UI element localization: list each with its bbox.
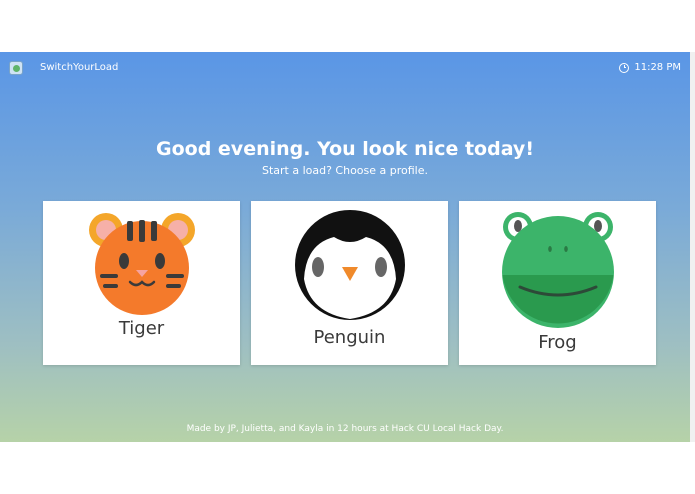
footer-credits: Made by JP, Julietta, and Kayla in 12 ho…: [186, 424, 504, 434]
clock: 11:28 PM: [619, 62, 681, 73]
scrollbar[interactable]: [690, 52, 695, 442]
profile-card-tiger[interactable]: Tiger: [43, 201, 240, 365]
clock-time: 11:28 PM: [634, 62, 681, 73]
clock-icon: [619, 62, 630, 73]
profile-card-frog[interactable]: Frog: [459, 201, 656, 365]
greeting-subtitle: Start a load? Choose a profile.: [261, 164, 429, 177]
profile-label-tiger: Tiger: [118, 318, 165, 339]
penguin-face-icon: [295, 210, 405, 320]
greeting-title: Good evening. You look nice today!: [156, 138, 534, 160]
frog-face-icon: [502, 212, 614, 328]
profile-card-penguin[interactable]: Penguin: [251, 201, 448, 365]
app-window: SwitchYourLoad 11:28 PM Good evening. Yo…: [0, 52, 690, 442]
tiger-face-icon: [89, 213, 195, 315]
profile-label-frog: Frog: [538, 332, 577, 353]
top-bar: SwitchYourLoad 11:28 PM: [0, 52, 690, 86]
profile-label-penguin: Penguin: [313, 327, 386, 348]
app-logo-icon[interactable]: [9, 61, 23, 75]
app-name: SwitchYourLoad: [40, 62, 119, 73]
